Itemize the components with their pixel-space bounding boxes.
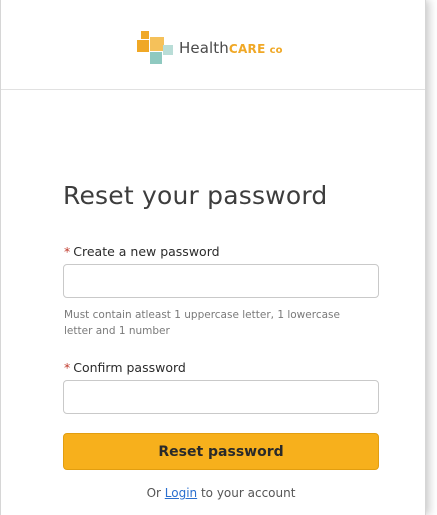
brand-name-co: co: [269, 45, 283, 56]
new-password-input[interactable]: [63, 264, 379, 298]
page-title: Reset your password: [63, 181, 328, 210]
login-prompt-prefix: Or: [146, 486, 165, 500]
password-requirements-hint: Must contain atleast 1 uppercase letter,…: [64, 309, 340, 337]
confirm-password-label-text: Confirm password: [73, 360, 186, 375]
new-password-label-text: Create a new password: [73, 244, 220, 259]
brand-name-care: CARE: [228, 42, 266, 56]
brand-logo[interactable]: HealthCARE co: [137, 31, 283, 65]
new-password-label: * Create a new password: [64, 244, 220, 259]
page-frame: HealthCARE co Reset your password * Create…: [0, 0, 426, 515]
required-marker: *: [64, 244, 71, 259]
confirm-password-input[interactable]: [63, 380, 379, 414]
site-header: HealthCARE co: [1, 0, 425, 90]
required-marker: *: [64, 360, 71, 375]
healthcare-logo-icon: [137, 31, 177, 65]
brand-name-health: Health: [179, 39, 229, 57]
brand-name: HealthCARE co: [179, 39, 283, 57]
login-link[interactable]: Login: [165, 486, 197, 500]
login-prompt: Or Login to your account: [1, 486, 437, 500]
login-prompt-suffix: to your account: [197, 486, 296, 500]
confirm-password-label: * Confirm password: [64, 360, 186, 375]
reset-password-button[interactable]: Reset password: [63, 433, 379, 470]
